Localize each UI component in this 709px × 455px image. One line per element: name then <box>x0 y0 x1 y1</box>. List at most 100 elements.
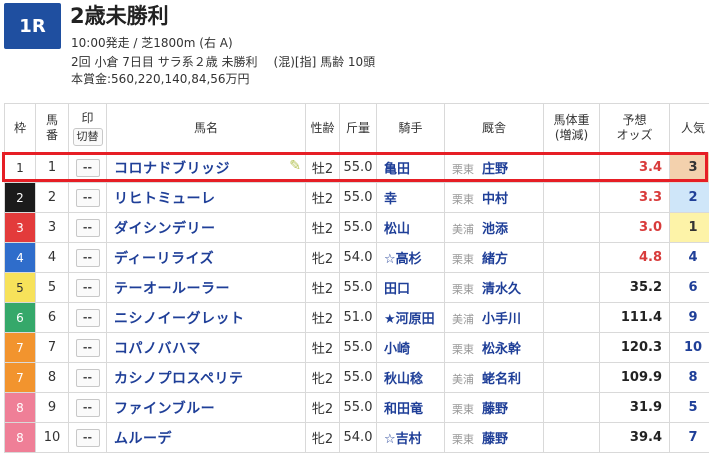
col-header-mark: 印 切替 <box>68 103 107 153</box>
trainer-link[interactable]: 庄野 <box>482 162 508 177</box>
col-header-popularity: 人気 <box>669 103 709 153</box>
weight-cell <box>543 212 600 243</box>
waku-cell: 4 <box>4 242 36 273</box>
mark-cell: -- <box>68 302 107 333</box>
trainer-link[interactable]: 清水久 <box>482 282 521 297</box>
umaban-cell: 3 <box>35 212 69 243</box>
race-start-course: 10:00発走 / 芝1800m (右 A) <box>71 36 233 50</box>
jockey-link[interactable]: ★河原田 <box>384 312 435 327</box>
jockey-link[interactable]: ☆高杉 <box>384 252 422 267</box>
mark-select-button[interactable]: -- <box>75 188 100 207</box>
popularity-cell: 6 <box>669 272 709 303</box>
shutuba-table: 枠 馬 番 印 切替 馬名 性齢 斤量 騎手 厩舎 馬体重 (増減) 予想 オッ… <box>4 103 709 453</box>
jockey-cell: ☆吉村 <box>376 422 445 453</box>
trainer-link[interactable]: 蛯名利 <box>482 372 521 387</box>
mark-select-button[interactable]: -- <box>75 158 100 177</box>
race-conditions: 2回 小倉 7日目 サラ系２歳 未勝利 (混)[指] 馬齢 10頭 <box>71 55 375 70</box>
umaban-cell: 7 <box>35 332 69 363</box>
jockey-cell: ★河原田 <box>376 302 445 333</box>
horse-row: 8 9 -- ファインブルー 牝2 55.0 和田竜 栗東 藤野 31.9 5 <box>4 392 709 423</box>
col-header-waku: 枠 <box>4 103 36 153</box>
jockey-link[interactable]: 秋山稔 <box>384 372 423 387</box>
horse-name-link[interactable]: テーオールーラー <box>114 281 230 297</box>
stable-cell: 栗東 藤野 <box>444 422 544 453</box>
jockey-link[interactable]: 田口 <box>384 282 410 297</box>
horse-name-link[interactable]: ダイシンデリー <box>114 221 216 237</box>
trainer-link[interactable]: 藤野 <box>482 432 508 447</box>
sex-age-cell: 牡2 <box>305 152 340 183</box>
horse-name-link[interactable]: コパノバハマ <box>114 341 201 357</box>
race-meeting-info: 2回 小倉 7日目 サラ系２歳 未勝利 <box>71 55 258 69</box>
trainer-link[interactable]: 松永幹 <box>482 342 521 357</box>
trainer-link[interactable]: 中村 <box>482 192 508 207</box>
trainer-link[interactable]: 小手川 <box>482 312 521 327</box>
horse-name-link[interactable]: ニシノイーグレット <box>114 311 245 327</box>
col-header-umaban: 馬 番 <box>35 103 69 153</box>
trainer-link[interactable]: 緒方 <box>482 252 508 267</box>
horse-name-cell: ディーリライズ <box>106 242 306 273</box>
horse-name-link[interactable]: ファインブルー <box>114 401 215 417</box>
col-header-weight: 馬体重 (増減) <box>543 103 600 153</box>
trainer-link[interactable]: 藤野 <box>482 402 508 417</box>
mark-select-button[interactable]: -- <box>75 338 100 357</box>
weight-cell <box>543 242 600 273</box>
sex-age-cell: 牝2 <box>305 362 340 393</box>
kg-cell: 55.0 <box>339 272 377 303</box>
odds-cell: 4.8 <box>599 242 670 273</box>
stable-area: 栗東 <box>452 343 474 356</box>
stable-area: 美浦 <box>452 313 474 326</box>
mark-select-button[interactable]: -- <box>75 248 100 267</box>
jockey-link[interactable]: 亀田 <box>384 162 410 177</box>
horse-name-link[interactable]: カシノプロスペリテ <box>114 371 244 387</box>
waku-cell: 7 <box>4 332 36 363</box>
stable-area: 栗東 <box>452 433 474 446</box>
horse-name-link[interactable]: ディーリライズ <box>114 251 214 267</box>
kg-cell: 55.0 <box>339 182 377 213</box>
jockey-link[interactable]: 幸 <box>384 192 397 207</box>
odds-cell: 111.4 <box>599 302 670 333</box>
jockey-link[interactable]: ☆吉村 <box>384 432 422 447</box>
jockey-link[interactable]: 和田竜 <box>384 402 423 417</box>
stable-area: 美浦 <box>452 373 474 386</box>
stable-cell: 栗東 清水久 <box>444 272 544 303</box>
umaban-cell: 1 <box>35 152 69 183</box>
horse-name-cell: ダイシンデリー <box>106 212 306 243</box>
trainer-link[interactable]: 池添 <box>482 222 508 237</box>
mark-select-button[interactable]: -- <box>75 398 100 417</box>
sex-age-cell: 牡2 <box>305 212 340 243</box>
mark-select-button[interactable]: -- <box>75 368 100 387</box>
umaban-cell: 8 <box>35 362 69 393</box>
popularity-cell: 5 <box>669 392 709 423</box>
horse-name-cell: カシノプロスペリテ <box>106 362 306 393</box>
horse-name-cell: テーオールーラー <box>106 272 306 303</box>
popularity-cell: 7 <box>669 422 709 453</box>
horse-name-cell: ファインブルー <box>106 392 306 423</box>
weight-cell <box>543 332 600 363</box>
jockey-link[interactable]: 小崎 <box>384 342 410 357</box>
weight-cell <box>543 362 600 393</box>
umaban-cell: 2 <box>35 182 69 213</box>
popularity-cell: 10 <box>669 332 709 363</box>
umaban-cell: 10 <box>35 422 69 453</box>
horse-row: 1 1 -- コロナドブリッジ ✎ 牡2 55.0 亀田 栗東 庄野 3.4 3 <box>4 152 709 183</box>
stable-area: 栗東 <box>452 163 474 176</box>
horse-name-link[interactable]: コロナドブリッジ <box>114 161 230 177</box>
horse-name-link[interactable]: ムルーデ <box>114 431 172 447</box>
mark-select-button[interactable]: -- <box>75 308 100 327</box>
mark-toggle-button[interactable]: 切替 <box>72 127 103 146</box>
jockey-cell: 田口 <box>376 272 445 303</box>
sex-age-cell: 牡2 <box>305 182 340 213</box>
mark-select-button[interactable]: -- <box>75 428 100 447</box>
waku-cell: 3 <box>4 212 36 243</box>
horse-row: 4 4 -- ディーリライズ 牝2 54.0 ☆高杉 栗東 緒方 4.8 4 <box>4 242 709 273</box>
horse-name-link[interactable]: リヒトミューレ <box>114 191 216 207</box>
stable-area: 栗東 <box>452 283 474 296</box>
mark-cell: -- <box>68 392 107 423</box>
mark-select-button[interactable]: -- <box>75 218 100 237</box>
stable-cell: 栗東 緒方 <box>444 242 544 273</box>
jockey-link[interactable]: 松山 <box>384 222 410 237</box>
stable-area: 栗東 <box>452 253 474 266</box>
horse-row: 8 10 -- ムルーデ 牝2 54.0 ☆吉村 栗東 藤野 39.4 7 <box>4 422 709 453</box>
stable-cell: 栗東 中村 <box>444 182 544 213</box>
mark-select-button[interactable]: -- <box>75 278 100 297</box>
